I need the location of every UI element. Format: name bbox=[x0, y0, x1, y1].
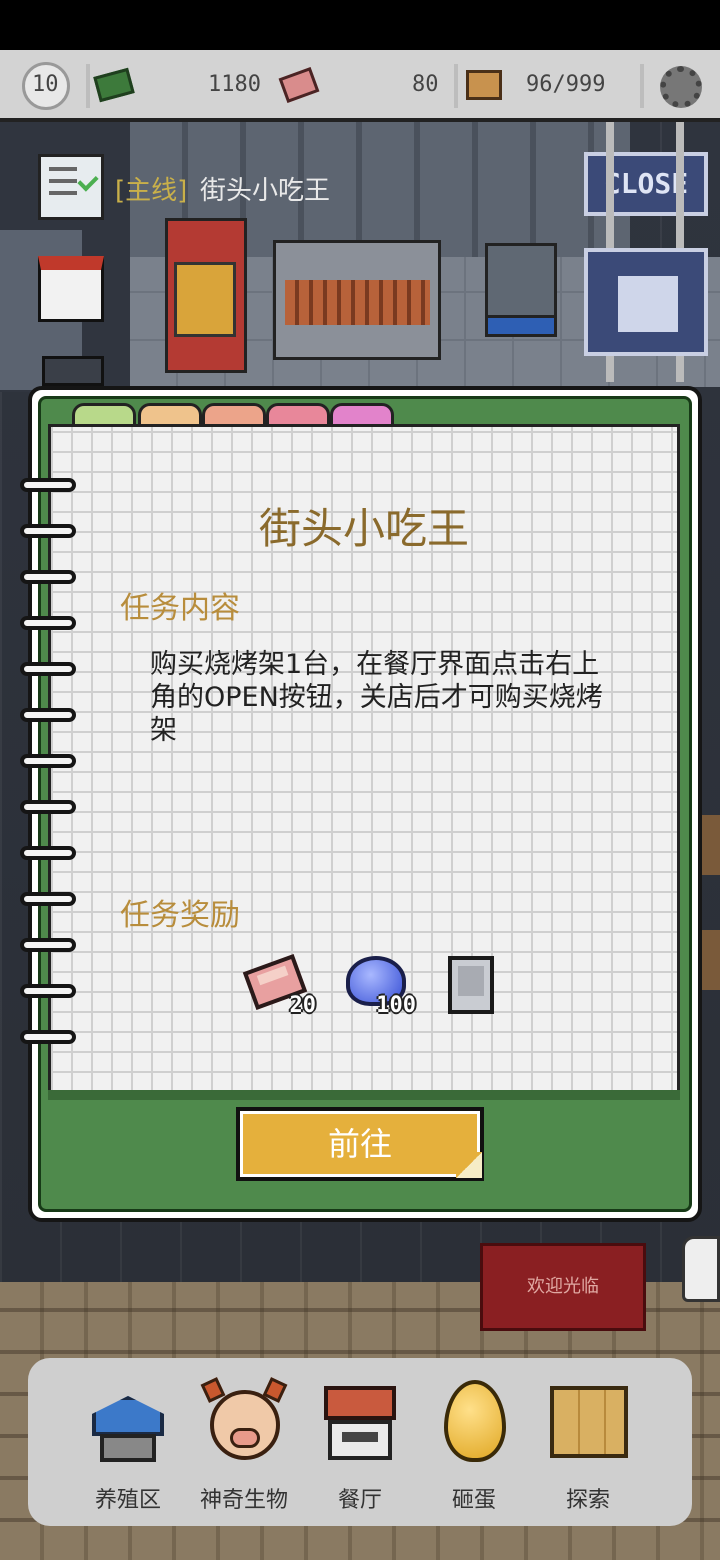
spiral-ring bbox=[20, 754, 76, 768]
lucky-cat-icon[interactable] bbox=[682, 1236, 720, 1302]
reward-count: 20 bbox=[289, 993, 317, 1018]
hud-bar: 10 1180 80 96/999 bbox=[0, 50, 720, 122]
go-button[interactable]: 前往 bbox=[236, 1107, 484, 1181]
spiral-ring bbox=[20, 570, 76, 584]
gems-value: 80 bbox=[412, 72, 439, 97]
reward-grill-item[interactable] bbox=[446, 952, 514, 1020]
divider bbox=[454, 64, 458, 108]
nav-creatures[interactable]: 神奇生物 bbox=[188, 1377, 300, 1518]
farm-house-icon bbox=[88, 1378, 168, 1462]
scene-table bbox=[700, 930, 720, 990]
spiral-ring bbox=[20, 892, 76, 906]
quest-reward-heading: 任务奖励 bbox=[120, 898, 240, 933]
nav-label: 养殖区 bbox=[94, 1488, 161, 1513]
nav-label: 餐厅 bbox=[337, 1488, 382, 1513]
settings-gear-icon[interactable] bbox=[660, 66, 702, 108]
golden-egg-icon bbox=[434, 1378, 514, 1462]
divider bbox=[86, 64, 90, 108]
grill-item-icon bbox=[448, 956, 494, 1014]
side-menu-icon[interactable] bbox=[42, 356, 104, 386]
quest-tracker-name[interactable]: 街头小吃王 bbox=[200, 170, 330, 207]
nav-explore[interactable]: 探索 bbox=[532, 1378, 644, 1518]
quest-description: 购买烧烤架1台，在餐厅界面点击右上角的OPEN按钮，关店后才可购买烧烤架 bbox=[150, 649, 603, 746]
nav-label: 砸蛋 bbox=[451, 1488, 496, 1513]
quest-content-heading: 任务内容 bbox=[120, 591, 240, 626]
spiral-ring bbox=[20, 1030, 76, 1044]
nav-label: 探索 bbox=[565, 1488, 610, 1513]
reward-exp-orb[interactable]: 100 bbox=[344, 952, 416, 1020]
rice-cooker-appliance[interactable] bbox=[485, 243, 557, 323]
reward-meat-gem[interactable]: 20 bbox=[242, 952, 316, 1020]
spiral-ring bbox=[20, 846, 76, 860]
spiral-ring bbox=[20, 938, 76, 952]
cash-icon[interactable] bbox=[93, 67, 135, 103]
storage-add-icon[interactable] bbox=[466, 70, 502, 100]
reward-count: 100 bbox=[376, 993, 416, 1018]
grill-skewers bbox=[285, 280, 430, 325]
quest-list-icon[interactable] bbox=[38, 154, 104, 220]
quest-title: 街头小吃王 bbox=[258, 504, 469, 553]
button-page-curl bbox=[456, 1152, 482, 1178]
restaurant-icon bbox=[320, 1378, 400, 1462]
close-sign[interactable]: CLOSE bbox=[584, 152, 708, 216]
nav-farm[interactable]: 养殖区 bbox=[72, 1378, 184, 1518]
divider bbox=[640, 64, 644, 108]
calendar-icon[interactable] bbox=[38, 256, 104, 322]
rice-cooker-base bbox=[485, 315, 557, 337]
level-value: 10 bbox=[32, 72, 59, 97]
quest-tag[interactable]: [主线] bbox=[115, 170, 187, 207]
spiral-ring bbox=[20, 662, 76, 676]
nav-restaurant[interactable]: 餐厅 bbox=[304, 1378, 416, 1518]
spiral-ring bbox=[20, 800, 76, 814]
spiral-ring bbox=[20, 478, 76, 492]
scene-table bbox=[700, 815, 720, 875]
meat-gem-add-icon[interactable] bbox=[278, 66, 320, 104]
nav-egg-smash[interactable]: 砸蛋 bbox=[418, 1378, 530, 1518]
coins-value: 1180 bbox=[208, 72, 261, 97]
capacity-value: 96/999 bbox=[526, 72, 606, 97]
nav-label: 神奇生物 bbox=[199, 1488, 288, 1513]
paper-shadow bbox=[48, 1090, 680, 1100]
welcome-mat-label: 欢迎光临 bbox=[527, 1276, 599, 1297]
welcome-mat: 欢迎光临 bbox=[480, 1243, 646, 1331]
status-bar bbox=[0, 0, 720, 50]
creature-pig-icon bbox=[200, 1377, 288, 1462]
map-icon bbox=[548, 1378, 628, 1462]
spiral-ring bbox=[20, 708, 76, 722]
spiral-ring bbox=[20, 616, 76, 630]
spiral-ring bbox=[20, 984, 76, 998]
oven-window bbox=[174, 262, 236, 337]
build-tools-sign[interactable] bbox=[584, 248, 708, 356]
